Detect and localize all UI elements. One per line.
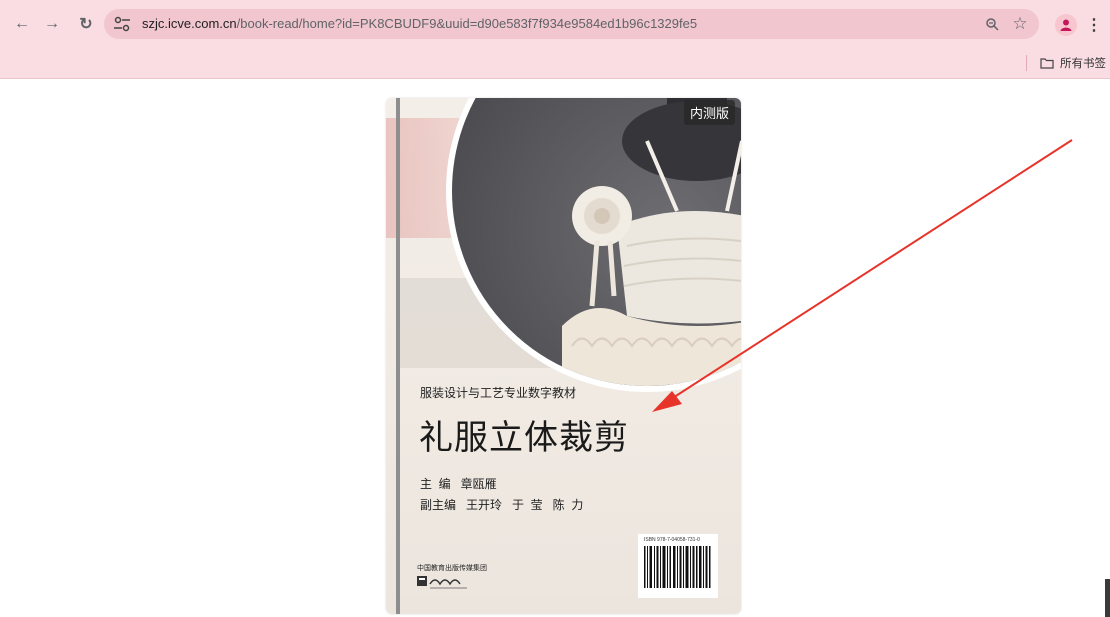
folder-icon bbox=[1040, 58, 1054, 69]
forward-icon[interactable]: → bbox=[40, 12, 64, 36]
barcode-bars bbox=[644, 546, 711, 588]
reload-icon[interactable]: ↻ bbox=[74, 12, 98, 36]
cover-subtitle: 服装设计与工艺专业数字教材 bbox=[420, 386, 577, 400]
star-icon[interactable]: ☆ bbox=[1010, 14, 1030, 33]
zoom-icon[interactable] bbox=[982, 15, 1002, 33]
back-icon[interactable]: ← bbox=[10, 12, 34, 36]
all-bookmarks-label: 所有书签 bbox=[1060, 58, 1106, 70]
book-cover[interactable]: 内测版 服装设计与工艺专业数字教材 礼服立体裁剪 主 编 章瓯雁 副主编 王开玲… bbox=[386, 98, 741, 614]
url-path: /book-read/home?id=PK8CBUDF9&uuid=d90e58… bbox=[236, 16, 698, 31]
menu-icon[interactable]: ⋮ bbox=[1086, 13, 1102, 37]
cover-title: 礼服立体裁剪 bbox=[419, 418, 629, 458]
browser-toolbar: ← → ↻ szjc.icve.com.cn/book-read/home?id… bbox=[0, 0, 1110, 48]
beta-badge: 内测版 bbox=[683, 100, 735, 125]
cover-editor: 主 编 章瓯雁 bbox=[420, 477, 497, 491]
side-panel-tab[interactable] bbox=[1105, 579, 1110, 617]
cover-spine bbox=[396, 98, 400, 614]
address-bar[interactable]: szjc.icve.com.cn/book-read/home?id=PK8CB… bbox=[104, 9, 1039, 39]
cover-associate-editors: 副主编 王开玲 于 莹 陈 力 bbox=[420, 498, 584, 512]
publisher-logo bbox=[417, 576, 467, 589]
site-settings-icon[interactable] bbox=[112, 16, 132, 32]
bookmarks-divider bbox=[1026, 55, 1027, 71]
url-text[interactable]: szjc.icve.com.cn/book-read/home?id=PK8CB… bbox=[142, 16, 697, 31]
all-bookmarks-folder[interactable]: 所有书签 bbox=[1040, 55, 1106, 71]
profile-icon[interactable] bbox=[1055, 14, 1077, 36]
publisher-group: 中国教育出版传媒集团 bbox=[417, 565, 487, 572]
url-host: szjc.icve.com.cn bbox=[142, 16, 237, 31]
barcode: ISBN 978-7-04058-731-0 bbox=[638, 534, 718, 598]
bookmarks-bar bbox=[0, 48, 1110, 79]
isbn-text: ISBN 978-7-04058-731-0 bbox=[644, 537, 700, 543]
